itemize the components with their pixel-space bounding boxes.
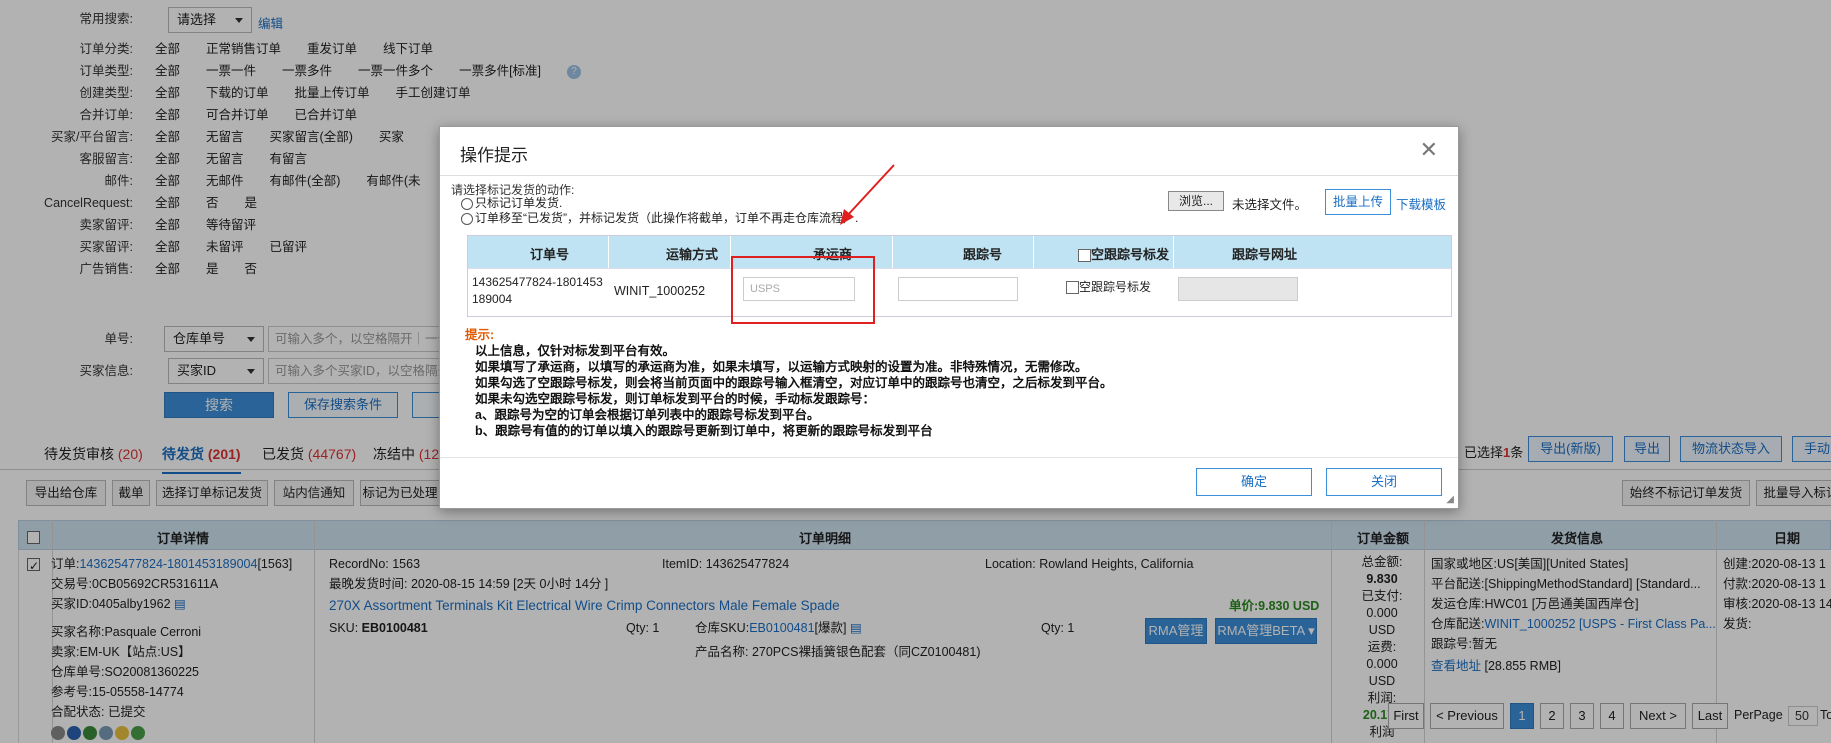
option-move-shipped[interactable]: 订单移至“已发货”，并标记发货（此操作将截单，订单不再走仓库流程）.	[461, 209, 858, 226]
empty-tracking-option[interactable]: 空跟踪号标发	[1066, 278, 1151, 295]
col-divider	[1173, 236, 1174, 316]
radio-button[interactable]	[461, 212, 473, 225]
operation-dialog: 操作提示 ✕ 请选择标记发货的动作: 只标记订单发货. 订单移至“已发货”，并标…	[439, 126, 1459, 509]
browse-button[interactable]: 浏览...	[1168, 191, 1224, 211]
confirm-button[interactable]: 确定	[1196, 468, 1312, 496]
tip-line: 以上信息，仅针对标发到平台有效。	[475, 344, 676, 358]
close-icon[interactable]: ✕	[1420, 137, 1438, 163]
dialog-divider	[440, 175, 1458, 176]
tips-title: 提示:	[465, 328, 495, 342]
mark-ship-table: 订单号 运输方式 承运商 跟踪号 空跟踪号标发 跟踪号网址 1436254778…	[467, 235, 1452, 324]
empty-tracking-all-checkbox[interactable]	[1077, 249, 1091, 263]
col-divider	[1033, 236, 1034, 316]
tip-line: 如果未勾选空跟踪号标发，则订单标发到平台的时候，手动标发跟踪号：	[475, 392, 876, 406]
mark-order-no: 143625477824-1801453189004	[472, 275, 603, 306]
mark-shipping-method: WINIT_1000252	[614, 284, 706, 298]
download-template-link[interactable]: 下载模板	[1396, 194, 1446, 213]
option-label: 只标记订单发货.	[475, 196, 563, 210]
file-status: 未选择文件。	[1232, 198, 1308, 212]
carrier-highlight-box	[731, 256, 875, 324]
tip-line: 如果填写了承运商，以填写的承运商为准，如果未填写，以运输方式映射的设置为准。非特…	[475, 360, 1088, 374]
footer-divider	[440, 457, 1458, 458]
order-management-page: 常用搜索: 请选择 编辑 订单分类: 全部 正常销售订单 重发订单 线下订单 订单类型: 全…	[0, 0, 1831, 743]
option-label: 订单移至“已发货”，并标记发货（此操作将截单，订单不再走仓库流程）.	[475, 211, 859, 225]
th-tracking-url: 跟踪号网址	[1231, 247, 1297, 262]
resize-handle-icon[interactable]: ◢	[1446, 494, 1454, 505]
th-order-no: 订单号	[529, 247, 569, 262]
tip-line: 如果勾选了空跟踪号标发，则会将当前页面中的跟踪号输入框清空，对应订单中的跟踪号也…	[475, 376, 1113, 390]
batch-upload-button[interactable]: 批量上传	[1325, 189, 1391, 215]
col-divider	[608, 236, 609, 316]
tracking-url-input	[1178, 277, 1298, 301]
empty-tracking-checkbox[interactable]	[1066, 281, 1079, 295]
row-divider	[468, 268, 1451, 269]
dialog-title: 操作提示	[460, 146, 528, 165]
tracking-no-input[interactable]	[898, 277, 1018, 301]
col-divider	[892, 236, 893, 316]
close-button[interactable]: 关闭	[1326, 468, 1442, 496]
tip-line: b、跟踪号有值的的订单以填入的跟踪号更新到订单中，将更新的跟踪号标发到平台	[475, 424, 933, 438]
mark-table-header: 订单号 运输方式 承运商 跟踪号 空跟踪号标发 跟踪号网址	[468, 236, 1451, 268]
th-tracking-no: 跟踪号	[962, 247, 1002, 262]
red-arrow	[840, 164, 895, 225]
tips-block: 提示: 以上信息，仅针对标发到平台有效。 如果填写了承运商，以填写的承运商为准，…	[465, 327, 1113, 439]
th-empty-tracking-label: 空跟踪号标发	[1090, 247, 1169, 262]
empty-tracking-label: 空跟踪号标发	[1079, 280, 1152, 294]
tip-line: a、跟踪号为空的订单会根据订单列表中的跟踪号标发到平台。	[475, 408, 820, 422]
